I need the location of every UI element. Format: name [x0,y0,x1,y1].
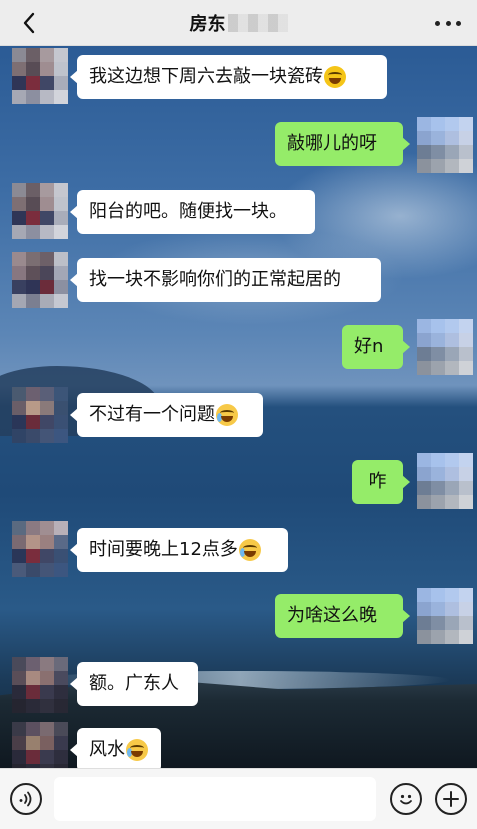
chat-header: 房东 [0,0,477,46]
contact-avatar[interactable] [12,48,68,104]
chat-title: 房东 [189,13,226,35]
my-avatar[interactable] [417,588,473,644]
message-bubble[interactable]: 找一块不影响你们的正常起居的 [70,258,381,302]
message-bubble[interactable]: 阳台的吧。随便找一块。 [70,190,315,234]
message-text: 额。广东人 [89,673,179,694]
more-dot-icon [445,20,451,26]
plus-icon [443,791,459,807]
message-bubble[interactable]: 为啥这么晚 [275,594,410,638]
message-bubble[interactable]: 不过有一个问题 [70,393,263,437]
message-bubble[interactable]: 好n [342,325,410,369]
back-button[interactable] [14,8,44,38]
chat-title-wrap: 房东 [190,10,288,36]
message-bubble[interactable]: 额。广东人 [70,662,198,706]
message-text: 我这边想下周六去敲一块瓷砖 [89,66,323,87]
message-bubble[interactable]: 敲哪儿的呀 [275,122,410,166]
contact-avatar[interactable] [12,183,68,239]
message-text: 敲哪儿的呀 [287,133,377,154]
contact-avatar[interactable] [12,387,68,443]
voice-icon [19,791,32,807]
contact-avatar[interactable] [12,252,68,308]
composer-bar [0,768,477,829]
message-bubble[interactable]: 我这边想下周六去敲一块瓷砖 [70,55,387,99]
emoji-icon [400,794,412,805]
my-avatar[interactable] [417,117,473,173]
message-text: 咋 [368,471,387,492]
message-bubble[interactable]: 时间要晚上12点多 [70,528,288,572]
contact-avatar[interactable] [12,521,68,577]
message-text: 风水 [89,739,125,760]
voice-button[interactable] [10,783,42,815]
redacted-name [227,13,288,32]
message-bubble[interactable]: 咋 [352,460,410,504]
plus-button[interactable] [435,783,467,815]
more-options-button[interactable] [435,13,461,33]
more-dot-icon [435,20,440,26]
message-bubble[interactable]: 风水 [70,728,161,772]
chevron-left-icon [23,12,35,34]
message-input[interactable] [54,777,376,821]
message-text: 阳台的吧。随便找一块。 [89,201,287,222]
message-text: 好n [354,336,384,357]
sweat-smile-emoji-icon [126,739,148,761]
message-text: 为啥这么晚 [287,605,377,626]
sweat-smile-emoji-icon [216,404,238,426]
message-text: 找一块不影响你们的正常起居的 [89,269,341,290]
more-dot-icon [456,20,461,26]
sweat-smile-emoji-icon [238,539,261,561]
message-text: 不过有一个问题 [89,404,215,425]
contact-avatar[interactable] [12,657,68,713]
laugh-cry-emoji-icon [324,66,346,88]
my-avatar[interactable] [417,453,473,509]
emoji-button[interactable] [390,783,422,815]
my-avatar[interactable] [417,319,473,375]
message-text: 时间要晚上12点多 [89,539,238,560]
